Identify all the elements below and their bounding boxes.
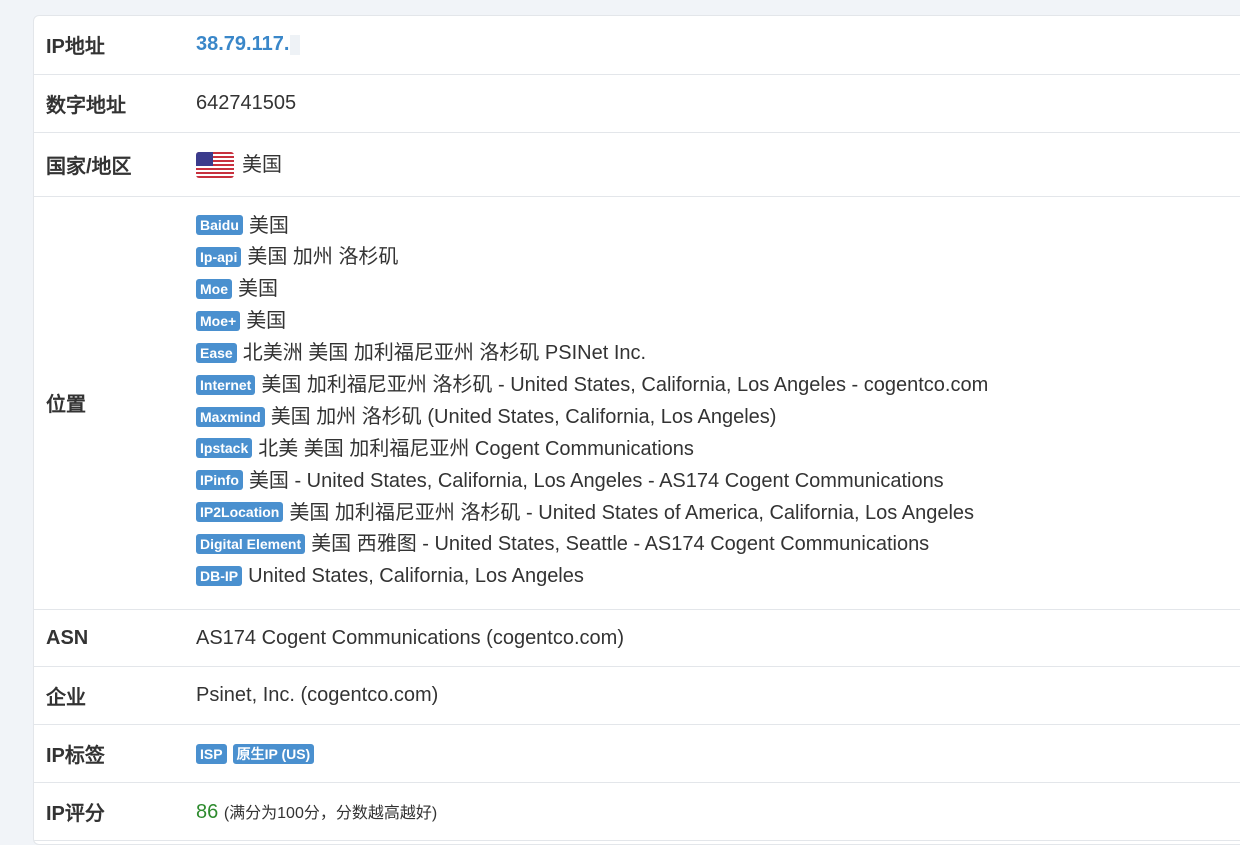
- score-value-cell: 86 (满分为100分，分数越高越好): [196, 782, 1240, 842]
- location-item: DB-IP United States, California, Los Ange…: [196, 561, 1240, 593]
- source-badge: Baidu: [196, 215, 243, 236]
- location-item: Maxmind 美国 加州 洛杉矶 (United States, Califor…: [196, 402, 1240, 434]
- ip-value-cell: 38.79.117.: [196, 16, 1240, 75]
- location-item: IP2Location 美国 加利福尼亚州 洛杉矶 - United States…: [196, 498, 1240, 530]
- us-flag-icon: [196, 150, 234, 180]
- source-badge: DB-IP: [196, 566, 243, 587]
- score-note: (满分为100分，分数越高越好): [223, 805, 438, 823]
- location-item: Moe 美国: [196, 274, 1240, 306]
- tags-label: IP标签: [34, 724, 196, 784]
- company-value: Psinet, Inc. (cogentco.com): [196, 666, 1240, 726]
- location-text: 北美洲 美国 加利福尼亚州 洛杉矶 PSINet Inc.: [242, 342, 647, 365]
- row-country: 国家/地区 美国: [34, 132, 1240, 197]
- score-label: IP评分: [34, 782, 196, 842]
- location-item: Internet 美国 加利福尼亚州 洛杉矶 - United States, C…: [196, 370, 1240, 402]
- country-label: 国家/地区: [34, 132, 196, 197]
- row-score: IP评分 86 (满分为100分，分数越高越好): [34, 782, 1240, 842]
- location-text: 美国 加利福尼亚州 洛杉矶 - United States, Californi…: [261, 373, 989, 396]
- source-badge: Digital Element: [196, 534, 306, 555]
- ip-mask: [290, 34, 301, 55]
- location-label: 位置: [34, 196, 196, 611]
- source-badge: IP2Location: [196, 502, 284, 523]
- tag-isp-badge: ISP: [196, 743, 227, 764]
- score-number: 86: [196, 801, 219, 824]
- row-ip: IP地址 38.79.117.: [34, 16, 1240, 75]
- source-badge: Ipstack: [196, 438, 253, 459]
- ip-label: IP地址: [34, 16, 196, 75]
- location-text: 美国: [238, 278, 278, 301]
- country-value-cell: 美国: [196, 132, 1240, 197]
- row-numeric: 数字地址 642741505: [34, 74, 1240, 133]
- location-text: 美国: [248, 214, 289, 237]
- row-location: 位置 Baidu 美国 Ip-api 美国 加州 洛杉矶 Moe 美国 Moe+ 美国 …: [34, 196, 1240, 611]
- source-badge: Maxmind: [196, 406, 265, 427]
- location-text: 美国: [246, 310, 287, 333]
- source-badge: Ease: [196, 342, 237, 363]
- row-asn: ASN AS174 Cogent Communications (cogentc…: [34, 609, 1240, 668]
- source-badge: Internet: [196, 374, 256, 395]
- asn-value: AS174 Cogent Communications (cogentco.co…: [196, 609, 1240, 668]
- location-text: United States, California, Los Angeles: [248, 565, 584, 588]
- asn-label: ASN: [34, 609, 196, 668]
- numeric-label: 数字地址: [34, 74, 196, 133]
- country-name: 美国: [242, 153, 282, 176]
- location-item: Digital Element 美国 西雅图 - United States, S…: [196, 529, 1240, 561]
- location-item: Baidu 美国: [196, 211, 1240, 243]
- location-text: 美国 加州 洛杉矶: [247, 246, 399, 269]
- location-text: 美国 加利福尼亚州 洛杉矶 - United States of America…: [289, 501, 975, 524]
- location-item: Moe+ 美国: [196, 306, 1240, 338]
- location-text: 美国 - United States, California, Los Ange…: [248, 469, 944, 492]
- source-badge: Moe: [196, 279, 232, 299]
- source-badge: Ip-api: [196, 247, 242, 268]
- tags-value-cell: ISP 原生IP (US): [196, 724, 1240, 784]
- location-text: 美国 加州 洛杉矶 (United States, California, Lo…: [270, 405, 777, 428]
- location-item: Ease 北美洲 美国 加利福尼亚州 洛杉矶 PSINet Inc.: [196, 338, 1240, 370]
- location-text: 北美 美国 加利福尼亚州 Cogent Communications: [258, 437, 694, 460]
- location-text: 美国 西雅图 - United States, Seattle - AS174 …: [311, 533, 930, 556]
- location-item: IPinfo 美国 - United States, California, Lo…: [196, 466, 1240, 498]
- location-list: Baidu 美国 Ip-api 美国 加州 洛杉矶 Moe 美国 Moe+ 美国 Eas…: [196, 197, 1240, 610]
- source-badge: IPinfo: [196, 470, 243, 491]
- company-label: 企业: [34, 666, 196, 726]
- ip-address-link[interactable]: 38.79.117.: [196, 33, 289, 55]
- location-item: Ip-api 美国 加州 洛杉矶: [196, 242, 1240, 274]
- row-tags: IP标签 ISP 原生IP (US): [34, 724, 1240, 784]
- tag-native-ip-badge: 原生IP (US): [232, 743, 315, 764]
- ip-info-card: IP地址 38.79.117. 数字地址 642741505 国家/地区 美国 …: [33, 15, 1240, 845]
- location-item: Ipstack 北美 美国 加利福尼亚州 Cogent Communication…: [196, 434, 1240, 466]
- numeric-value: 642741505: [196, 74, 1240, 133]
- ip-info-table: IP地址 38.79.117. 数字地址 642741505 国家/地区 美国 …: [34, 16, 1240, 842]
- location-value-cell: Baidu 美国 Ip-api 美国 加州 洛杉矶 Moe 美国 Moe+ 美国 Eas…: [196, 196, 1240, 611]
- row-company: 企业 Psinet, Inc. (cogentco.com): [34, 666, 1240, 726]
- source-badge: Moe+: [196, 310, 241, 331]
